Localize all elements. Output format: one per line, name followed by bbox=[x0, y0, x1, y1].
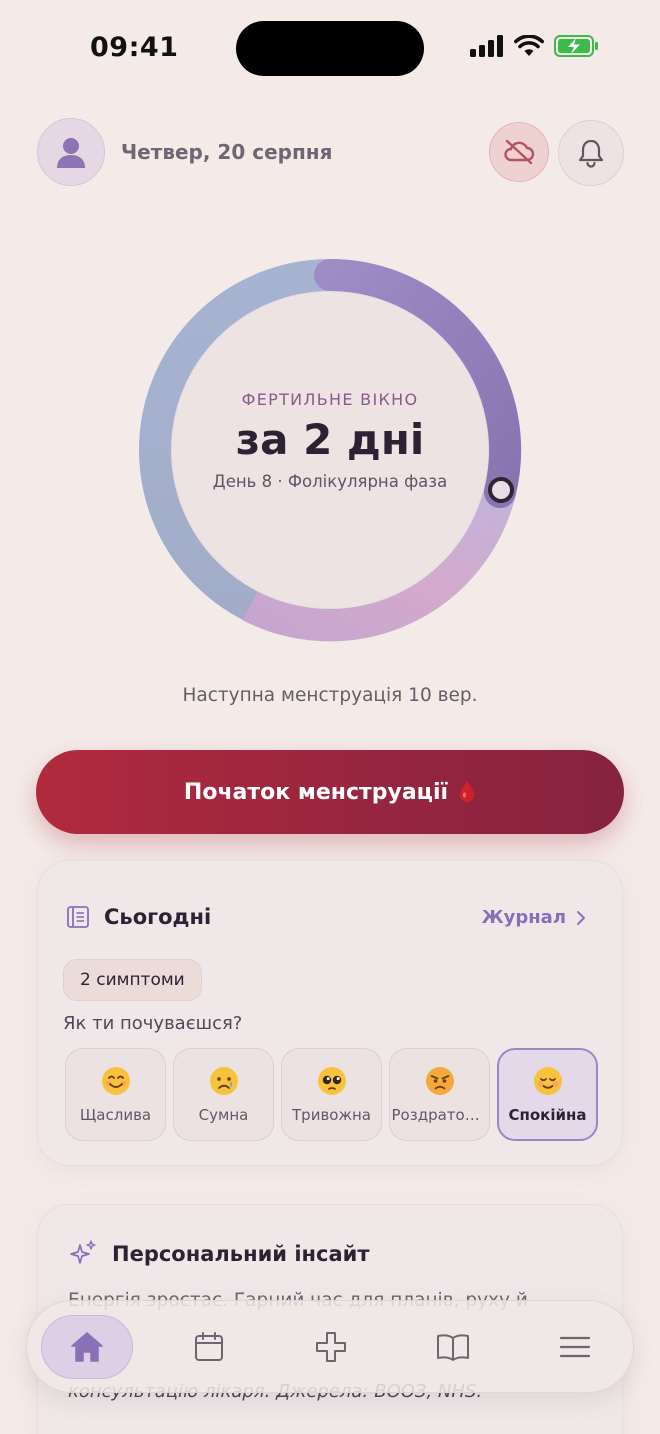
cycle-day-phase: День 8 · Фолікулярна фаза bbox=[212, 471, 448, 491]
mood-label: Сумна bbox=[198, 1105, 249, 1124]
status-icons bbox=[470, 35, 600, 57]
sync-off-button[interactable] bbox=[489, 122, 549, 182]
nav-health[interactable] bbox=[285, 1315, 377, 1379]
next-period-text: Наступна менструація 10 вер. bbox=[182, 685, 478, 706]
today-header: Сьогодні bbox=[66, 905, 211, 929]
mood-label: Роздратов... bbox=[391, 1105, 488, 1124]
journal-link-label: Журнал bbox=[481, 907, 566, 928]
bell-icon bbox=[578, 139, 604, 168]
mood-happy[interactable]: Щаслива bbox=[65, 1048, 166, 1141]
bottom-navigation bbox=[26, 1300, 634, 1393]
dynamic-island bbox=[236, 21, 424, 76]
mood-calm[interactable]: Спокійна bbox=[497, 1048, 598, 1141]
mood-label: Тривожна bbox=[292, 1105, 371, 1124]
nav-menu[interactable] bbox=[529, 1315, 621, 1379]
angry-face-icon bbox=[425, 1066, 454, 1095]
mood-label: Спокійна bbox=[508, 1105, 587, 1124]
insight-title: Персональний інсайт bbox=[112, 1242, 370, 1266]
mood-label: Щаслива bbox=[79, 1105, 152, 1124]
nav-calendar[interactable] bbox=[163, 1315, 255, 1379]
today-card: Сьогодні Журнал 2 симптоми Як ти почуває… bbox=[37, 860, 623, 1166]
sparkles-icon bbox=[70, 1240, 96, 1264]
avatar[interactable] bbox=[37, 118, 105, 186]
journal-link[interactable]: Журнал bbox=[482, 907, 586, 928]
mood-question: Як ти почуваєшся? bbox=[63, 1013, 243, 1034]
blood-drop-icon bbox=[460, 781, 475, 802]
chevron-right-icon bbox=[577, 910, 585, 925]
today-title: Сьогодні bbox=[104, 905, 212, 929]
wifi-icon bbox=[514, 35, 544, 56]
symptoms-chip[interactable]: 2 симптоми bbox=[63, 959, 202, 1001]
mood-irritated[interactable]: Роздратов... bbox=[389, 1048, 490, 1141]
nav-library[interactable] bbox=[407, 1315, 499, 1379]
insight-header: Персональний інсайт bbox=[68, 1239, 370, 1269]
days-until: за 2 дні bbox=[235, 414, 425, 464]
status-bar: 09:41 bbox=[0, 0, 660, 100]
pleading-face-icon bbox=[317, 1066, 346, 1095]
signal-icon bbox=[470, 35, 503, 57]
nav-home[interactable] bbox=[41, 1315, 133, 1379]
status-time: 09:41 bbox=[90, 32, 179, 63]
relieved-face-icon bbox=[533, 1066, 562, 1095]
calendar-icon bbox=[195, 1332, 223, 1361]
home-icon bbox=[71, 1332, 103, 1362]
start-period-button[interactable]: Початок менструації bbox=[36, 750, 624, 834]
start-period-label: Початок менструації bbox=[183, 779, 449, 805]
menu-icon bbox=[560, 1336, 590, 1358]
smiling-face-icon bbox=[101, 1066, 130, 1095]
phase-label: ФЕРТИЛЬНЕ ВІКНО bbox=[241, 389, 419, 409]
user-icon bbox=[57, 138, 85, 168]
current-date: Четвер, 20 серпня bbox=[121, 140, 333, 164]
cycle-summary: ФЕРТИЛЬНЕ ВІКНО за 2 дні День 8 · Фоліку… bbox=[170, 280, 490, 600]
book-icon bbox=[437, 1334, 469, 1361]
battery-icon bbox=[554, 35, 598, 57]
health-plus-icon bbox=[316, 1332, 346, 1362]
mood-sad[interactable]: Сумна bbox=[173, 1048, 274, 1141]
cloud-off-icon bbox=[504, 139, 535, 165]
mood-anxious[interactable]: Тривожна bbox=[281, 1048, 382, 1141]
notifications-button[interactable] bbox=[558, 120, 624, 186]
crying-face-icon bbox=[209, 1066, 238, 1095]
journal-icon bbox=[67, 906, 89, 928]
mood-selector: Щаслива Сумна Тривожна Роздратов... Спок… bbox=[65, 1048, 598, 1141]
